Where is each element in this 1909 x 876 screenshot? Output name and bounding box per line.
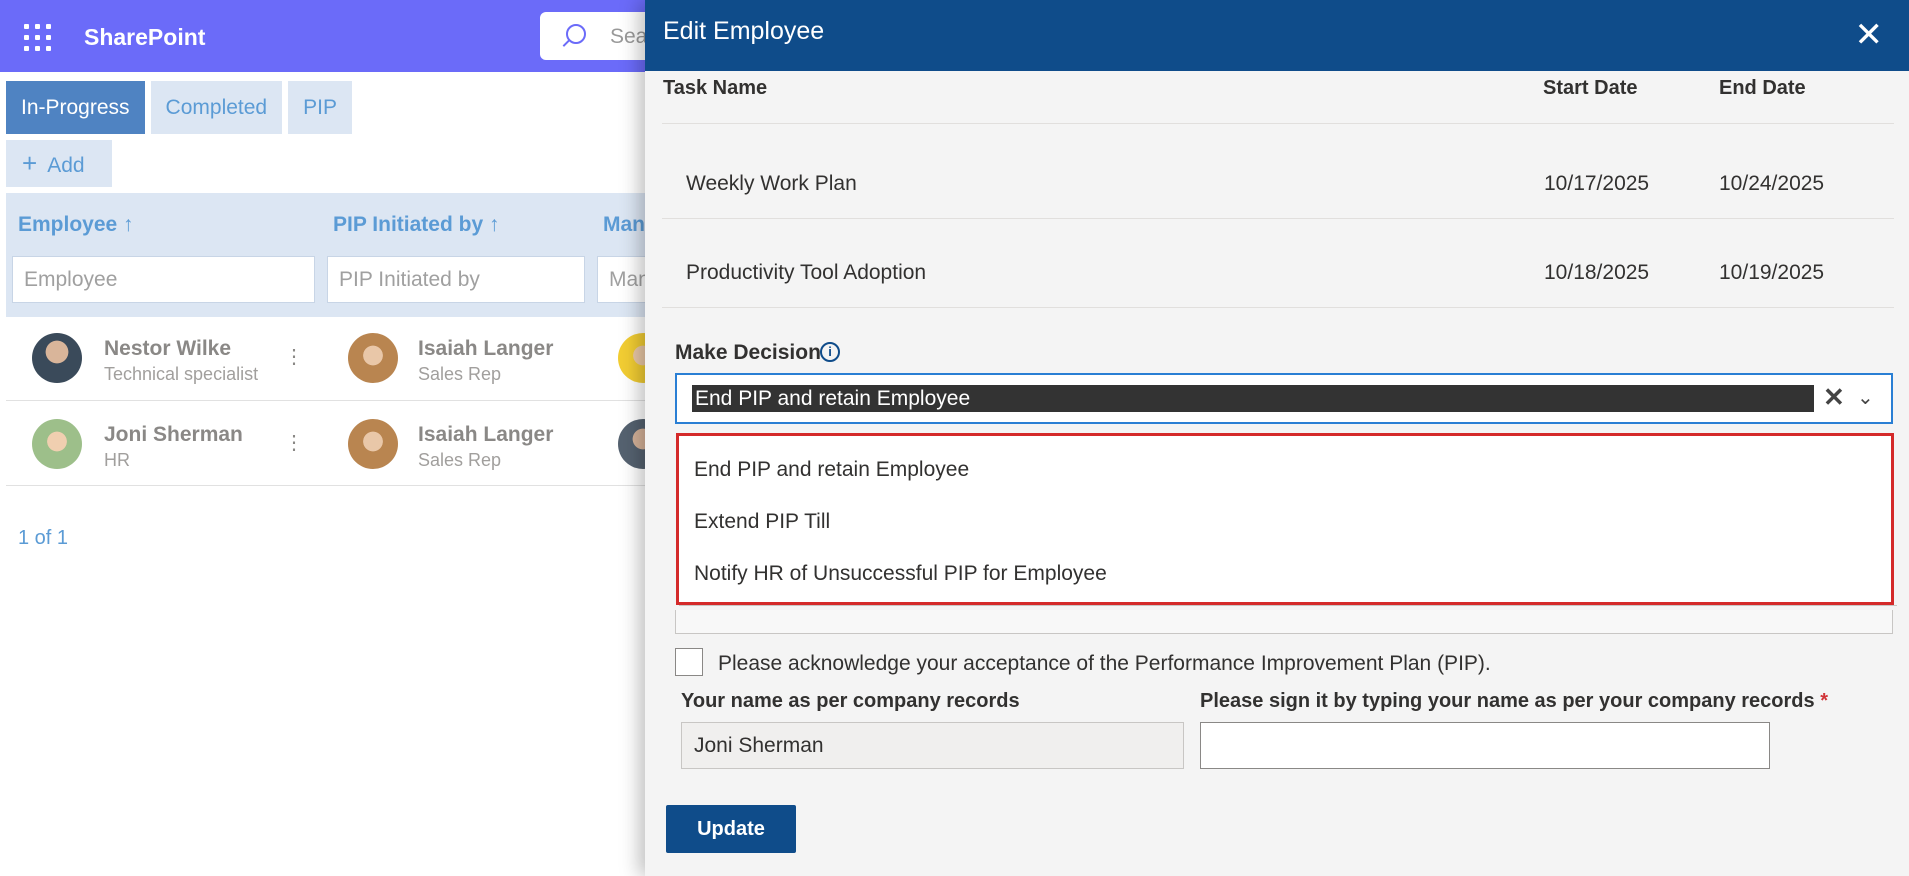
search-icon [566, 24, 586, 44]
sign-field-label: Please sign it by typing your name as pe… [1200, 690, 1828, 713]
make-decision-combobox[interactable]: End PIP and retain Employee ✕ ⌄ [675, 373, 1893, 424]
employee-name: Nestor Wilke [104, 337, 232, 360]
more-options-icon[interactable]: ⋮ [284, 430, 304, 455]
edit-employee-panel: Edit Employee ✕ Task Name Start Date End… [645, 0, 1909, 876]
task-name: Weekly Work Plan [686, 172, 857, 195]
signature-input[interactable] [1200, 722, 1770, 769]
clear-icon[interactable]: ✕ [1823, 382, 1845, 413]
pip-initiated-by-filter-input[interactable]: PIP Initiated by [327, 256, 585, 303]
add-button[interactable]: + Add [6, 140, 112, 187]
end-date-header: End Date [1719, 77, 1806, 99]
plus-icon: + [22, 148, 38, 178]
date-field-underlay [675, 610, 1893, 634]
task-name: Productivity Tool Adoption [686, 261, 927, 284]
table-row[interactable]: Joni Sherman HR ⋮ Isaiah Langer Sales Re… [6, 402, 668, 486]
dropdown-option[interactable]: End PIP and retain Employee [694, 458, 969, 482]
divider [662, 123, 1894, 124]
task-end-date: 10/19/2025 [1719, 261, 1825, 284]
tab-pip[interactable]: PIP [288, 81, 352, 134]
app-launcher-icon[interactable] [20, 20, 52, 52]
brand-title[interactable]: SharePoint [84, 24, 205, 51]
name-field-label: Your name as per company records [681, 690, 1020, 712]
sign-field-label-text: Please sign it by typing your name as pe… [1200, 690, 1815, 712]
tab-completed[interactable]: Completed [150, 81, 283, 134]
column-header-manager[interactable]: Man [603, 213, 645, 237]
panel-title: Edit Employee [663, 17, 825, 45]
panel-header: Edit Employee ✕ [645, 0, 1909, 71]
required-marker: * [1820, 690, 1828, 712]
add-button-label: Add [47, 154, 85, 177]
task-start-date: 10/17/2025 [1544, 172, 1650, 195]
column-header-employee[interactable]: Employee ↑ [18, 213, 134, 237]
table-row[interactable]: Nestor Wilke Technical specialist ⋮ Isai… [6, 317, 668, 401]
employee-role: Technical specialist [104, 364, 259, 384]
employee-role: HR [104, 450, 130, 470]
chevron-down-icon[interactable]: ⌄ [1857, 385, 1874, 410]
task-start-date: 10/18/2025 [1544, 261, 1650, 284]
combobox-selected-value[interactable]: End PIP and retain Employee [692, 385, 1814, 412]
status-tabs: In-Progress Completed PIP [6, 81, 352, 134]
update-button[interactable]: Update [666, 805, 796, 853]
search-placeholder: Sea [610, 25, 648, 48]
avatar [348, 419, 398, 469]
employee-filter-input[interactable]: Employee [12, 256, 315, 303]
make-decision-label: Make Decision [675, 341, 821, 364]
info-icon[interactable]: i [820, 342, 840, 362]
divider [662, 307, 1894, 308]
more-options-icon[interactable]: ⋮ [284, 344, 304, 369]
avatar [32, 333, 82, 383]
divider [679, 605, 1897, 606]
initiator-role: Sales Rep [418, 364, 502, 384]
avatar [32, 419, 82, 469]
divider [662, 218, 1894, 219]
name-field: Joni Sherman [681, 722, 1184, 769]
acknowledge-checkbox[interactable] [675, 648, 703, 676]
initiator-name: Isaiah Langer [418, 337, 554, 360]
dropdown-option[interactable]: Extend PIP Till [694, 510, 830, 534]
search-input[interactable]: Sea [540, 12, 660, 60]
column-header-pip-initiated-by[interactable]: PIP Initiated by ↑ [333, 213, 499, 237]
initiator-role: Sales Rep [418, 450, 502, 470]
task-end-date: 10/24/2025 [1719, 172, 1825, 195]
pager-text: 1 of 1 [18, 527, 69, 549]
tab-in-progress[interactable]: In-Progress [6, 81, 145, 134]
employee-name: Joni Sherman [104, 423, 243, 446]
decision-dropdown-list: End PIP and retain Employee Extend PIP T… [676, 433, 1897, 606]
grid-header: Employee ↑ PIP Initiated by ↑ Man Employ… [6, 193, 657, 317]
initiator-name: Isaiah Langer [418, 423, 554, 446]
task-name-header: Task Name [663, 77, 768, 99]
start-date-header: Start Date [1543, 77, 1638, 99]
close-icon[interactable]: ✕ [1855, 18, 1884, 52]
avatar [348, 333, 398, 383]
acknowledge-label: Please acknowledge your acceptance of th… [718, 652, 1491, 675]
dropdown-option[interactable]: Notify HR of Unsuccessful PIP for Employ… [694, 562, 1107, 586]
